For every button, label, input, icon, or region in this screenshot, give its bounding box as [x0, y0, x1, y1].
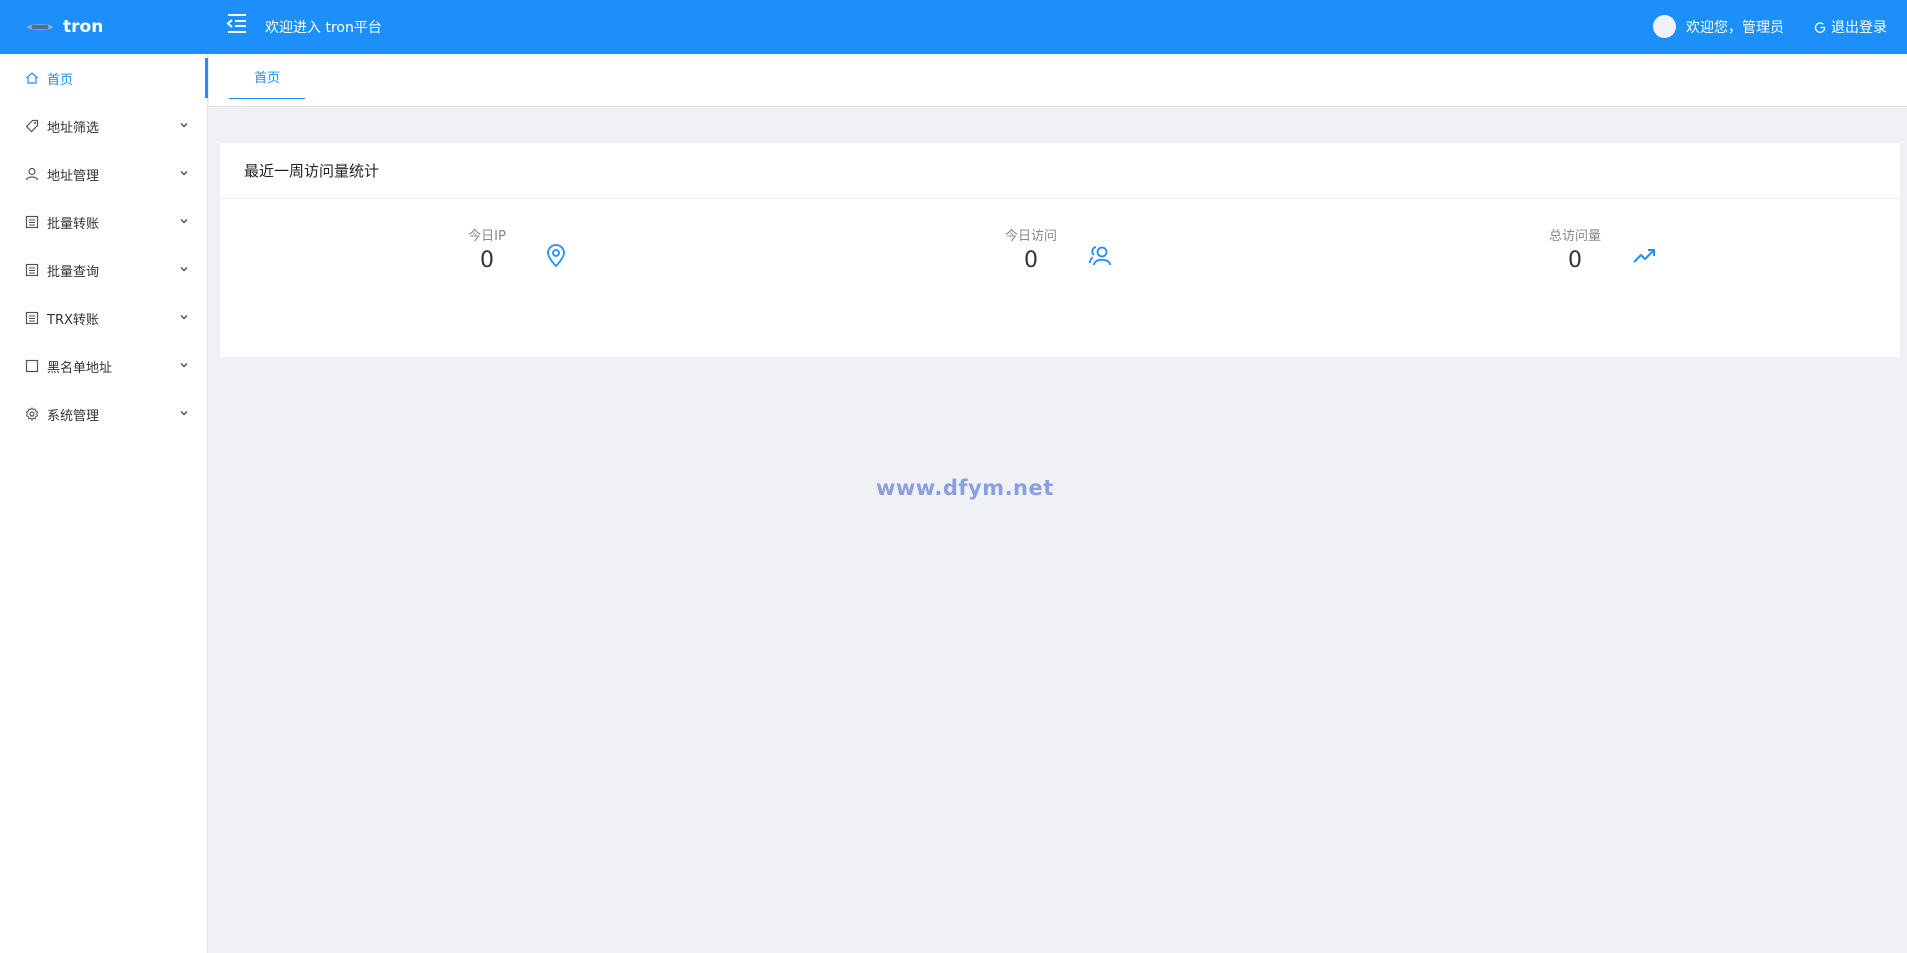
stat-label: 今日访问	[1004, 229, 1057, 244]
sidebar-item-address-filter[interactable]: 地址筛选	[0, 102, 207, 150]
stat-today-visits: 今日访问 0	[991, 225, 1151, 285]
gear-icon	[24, 407, 39, 422]
square-icon	[24, 359, 39, 374]
top-bar: tron 欢迎进入 tron平台 欢迎您，管理员 退出登录	[0, 0, 1907, 54]
chevron-down-icon	[180, 218, 188, 224]
list-icon	[24, 263, 39, 278]
chevron-down-icon	[180, 314, 188, 320]
stat-label: 总访问量	[1548, 229, 1601, 244]
brand[interactable]: tron	[0, 0, 208, 54]
home-icon	[24, 71, 39, 86]
stat-total-visits: 总访问量 0	[1535, 225, 1695, 285]
logout-icon	[1814, 21, 1826, 33]
chevron-down-icon	[180, 410, 188, 416]
brand-name: tron	[63, 17, 104, 37]
chevron-down-icon	[180, 122, 188, 128]
sidebar-item-label: TRX转账	[47, 312, 99, 328]
chevron-down-icon	[180, 170, 188, 176]
list-icon	[24, 311, 39, 326]
stat-today-ip: 今日IP 0	[447, 225, 607, 285]
location-icon	[547, 244, 565, 268]
stats-card: 最近一周访问量统计 今日IP 0 今日访问 0 总访问量 0	[220, 143, 1900, 357]
logout-button[interactable]: 退出登录	[1814, 17, 1887, 37]
sidebar-item-label: 系统管理	[47, 408, 100, 424]
sidebar-item-system[interactable]: 系统管理	[0, 390, 207, 438]
tab-home[interactable]: 首页	[229, 54, 305, 99]
sidebar-item-label: 首页	[47, 72, 74, 88]
users-icon	[1089, 246, 1111, 266]
sidebar-item-blacklist[interactable]: 黑名单地址	[0, 342, 207, 390]
card-title: 最近一周访问量统计	[220, 143, 1900, 199]
sidebar-item-trx-transfer[interactable]: TRX转账	[0, 294, 207, 342]
sidebar-item-label: 地址筛选	[47, 120, 100, 136]
sidebar-item-batch-transfer[interactable]: 批量转账	[0, 198, 207, 246]
tab-bar: 首页	[209, 54, 1907, 107]
logout-label: 退出登录	[1831, 20, 1887, 36]
sidebar-item-label: 批量查询	[47, 264, 100, 280]
sidebar-item-label: 地址管理	[47, 168, 100, 184]
stat-label: 今日IP	[468, 229, 506, 244]
watermark: www.dfym.net	[876, 476, 1054, 500]
logo-icon	[27, 24, 53, 30]
sidebar: 首页 地址筛选 地址管理 批量转账 批量查询 TRX转账 黑名单地址 系统管理	[0, 54, 208, 953]
stat-value: 0	[480, 248, 494, 273]
chevron-down-icon	[180, 362, 188, 368]
sidebar-item-batch-query[interactable]: 批量查询	[0, 246, 207, 294]
menu-fold-icon[interactable]	[225, 12, 249, 34]
tag-icon	[24, 119, 39, 134]
list-icon	[24, 215, 39, 230]
chevron-down-icon	[180, 266, 188, 272]
sidebar-item-home[interactable]: 首页	[0, 54, 208, 102]
trend-icon	[1633, 249, 1655, 263]
sidebar-item-label: 黑名单地址	[47, 360, 113, 376]
user-greeting: 欢迎您，管理员	[1686, 19, 1784, 36]
avatar[interactable]	[1653, 15, 1676, 38]
sidebar-item-label: 批量转账	[47, 216, 100, 232]
user-menu[interactable]: 欢迎您，管理员	[1653, 15, 1784, 38]
welcome-text: 欢迎进入 tron平台	[265, 20, 382, 36]
user-icon	[24, 167, 39, 182]
sidebar-item-address-management[interactable]: 地址管理	[0, 150, 207, 198]
stat-value: 0	[1024, 248, 1038, 273]
stat-value: 0	[1568, 248, 1582, 273]
